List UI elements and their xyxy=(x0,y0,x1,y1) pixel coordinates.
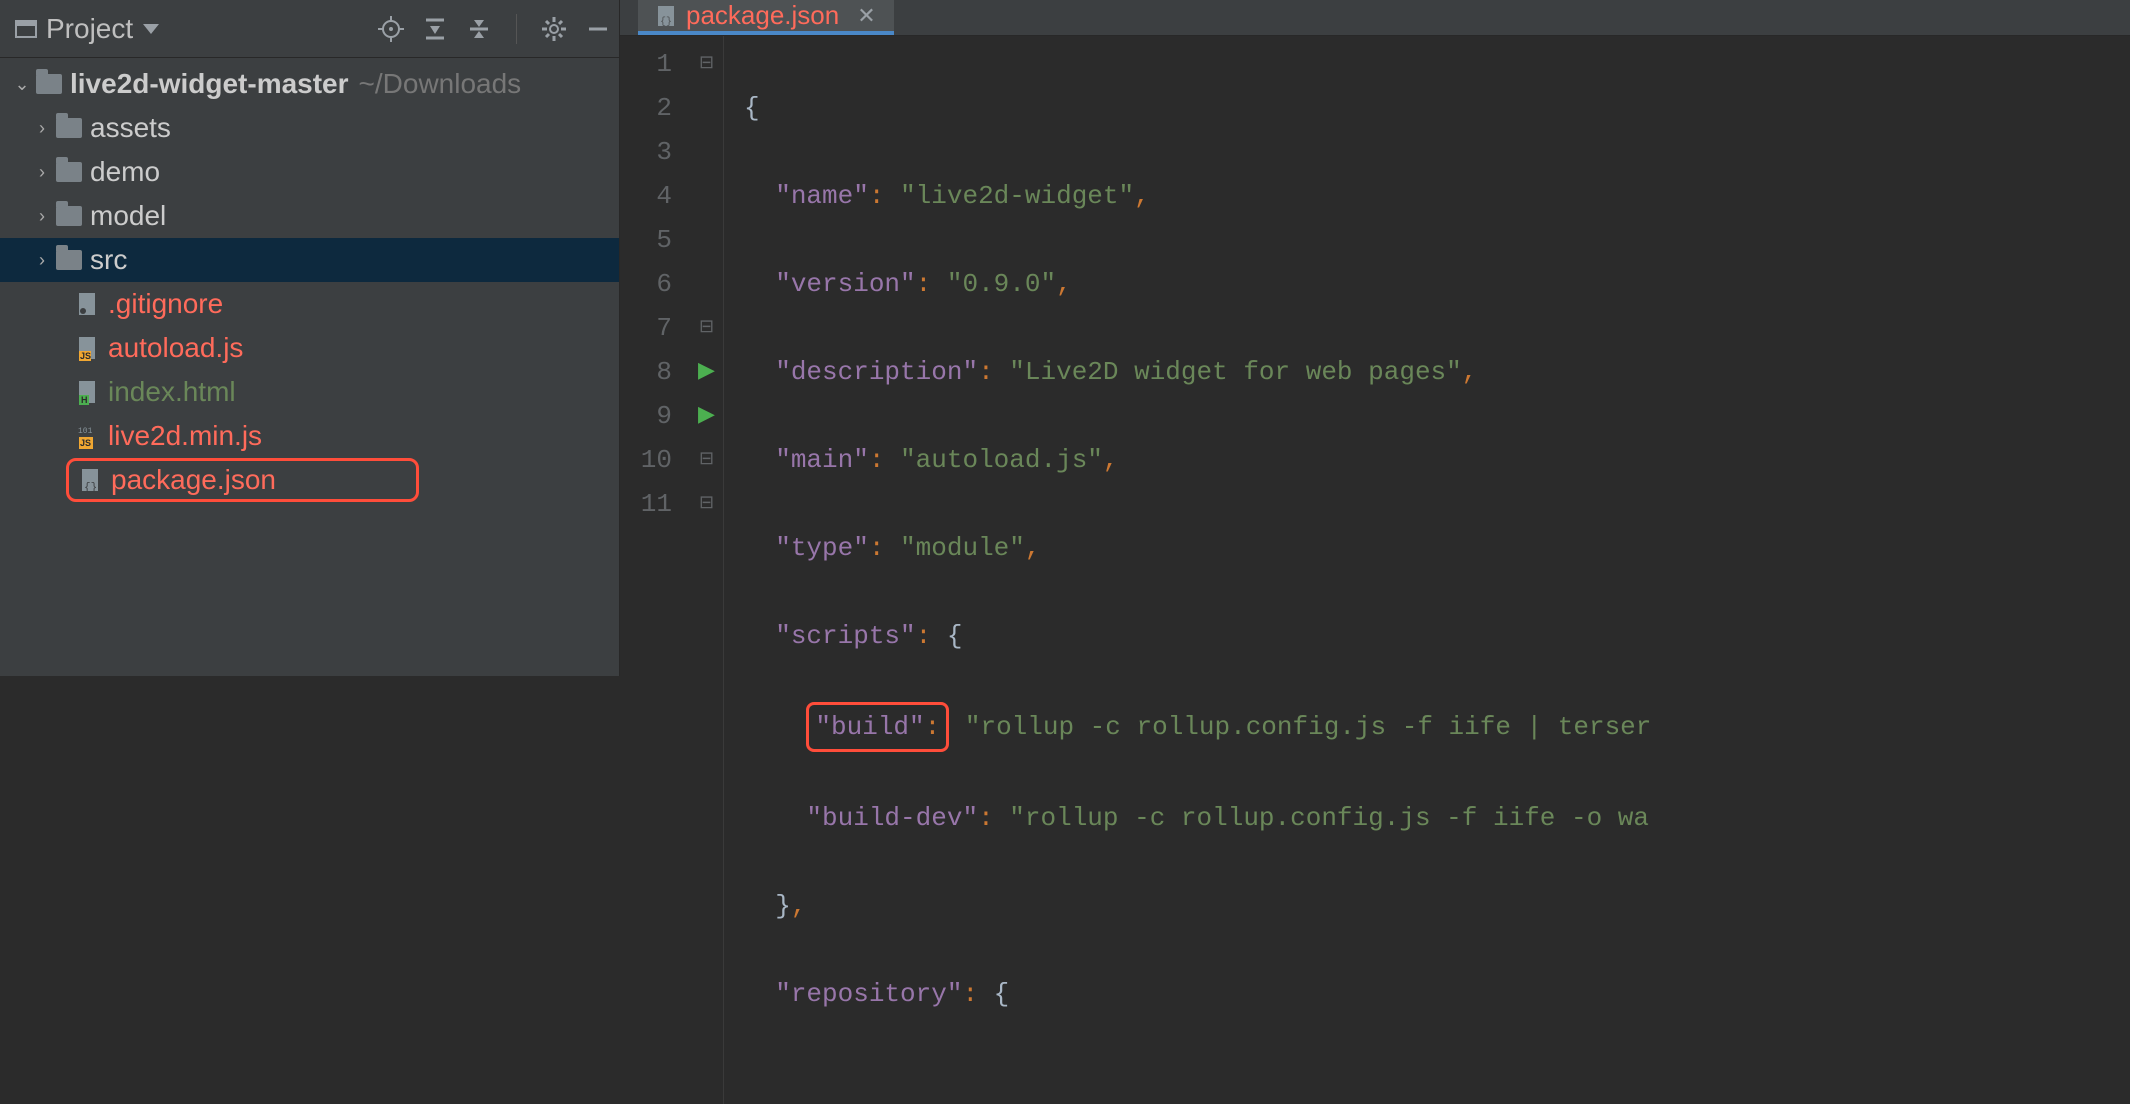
tree-root-hint: ~/Downloads xyxy=(359,62,522,106)
line-number-gutter: 123 456 789 1011 xyxy=(620,36,690,1104)
tree-folder-demo[interactable]: › demo xyxy=(0,150,619,194)
code-content[interactable]: { "name": "live2d-widget", "version": "0… xyxy=(724,36,2130,1104)
js-file-icon: JS xyxy=(72,335,102,361)
chevron-right-icon[interactable]: › xyxy=(30,106,54,150)
editor-tab-package[interactable]: {} package.json ✕ xyxy=(638,0,894,35)
folder-icon xyxy=(54,206,84,226)
tree-file-package-highlighted[interactable]: {} package.json xyxy=(66,458,419,502)
editor-body[interactable]: 123 456 789 1011 ⊟ ⊟ ▶ ▶ ⊟ ⊟ { "name": "… xyxy=(620,36,2130,1104)
svg-text:{}: {} xyxy=(660,16,672,28)
gear-icon[interactable] xyxy=(541,16,567,42)
close-icon[interactable]: ✕ xyxy=(857,3,875,29)
tree-file-index[interactable]: H index.html xyxy=(0,370,619,414)
build-script-highlighted: "build": xyxy=(806,702,949,752)
tree-folder-src[interactable]: › src xyxy=(0,238,619,282)
fold-gutter[interactable]: ⊟ ⊟ ▶ ▶ ⊟ ⊟ xyxy=(690,36,724,1104)
chevron-right-icon[interactable]: › xyxy=(30,194,54,238)
json-file-icon: {} xyxy=(75,467,105,493)
file-icon xyxy=(72,291,102,317)
project-panel-header: Project xyxy=(0,0,619,58)
svg-text:H: H xyxy=(81,395,88,405)
folder-icon xyxy=(54,162,84,182)
run-gutter-icon[interactable]: ▶ xyxy=(690,394,723,438)
html-file-icon: H xyxy=(72,379,102,405)
chevron-right-icon[interactable]: › xyxy=(30,150,54,194)
tree-root[interactable]: ⌄ live2d-widget-master ~/Downloads xyxy=(0,62,619,106)
editor-area: {} package.json ✕ 123 456 789 1011 ⊟ ⊟ ▶… xyxy=(620,0,2130,676)
tree-file-autoload[interactable]: JS autoload.js xyxy=(0,326,619,370)
fold-open-icon[interactable]: ⊟ xyxy=(690,306,723,350)
fold-open-icon[interactable]: ⊟ xyxy=(690,482,723,526)
chevron-right-icon[interactable]: › xyxy=(30,238,54,282)
json-file-icon: {} xyxy=(656,4,676,28)
svg-text:JS: JS xyxy=(80,351,91,361)
project-panel-title[interactable]: Project xyxy=(46,13,159,45)
run-gutter-icon[interactable]: ▶ xyxy=(690,350,723,394)
project-tree[interactable]: ⌄ live2d-widget-master ~/Downloads › ass… xyxy=(0,58,619,676)
folder-icon xyxy=(54,118,84,138)
svg-text:101: 101 xyxy=(78,427,93,436)
tree-folder-assets[interactable]: › assets xyxy=(0,106,619,150)
fold-close-icon[interactable]: ⊟ xyxy=(690,438,723,482)
panel-icon xyxy=(14,17,38,41)
fold-open-icon[interactable]: ⊟ xyxy=(690,42,723,86)
minjs-file-icon: 101 JS xyxy=(72,423,102,449)
editor-tabbar: {} package.json ✕ xyxy=(620,0,2130,36)
folder-icon xyxy=(34,74,64,94)
tree-folder-model[interactable]: › model xyxy=(0,194,619,238)
collapse-all-icon[interactable] xyxy=(466,16,492,42)
svg-text:{}: {} xyxy=(84,482,97,493)
locate-icon[interactable] xyxy=(378,16,404,42)
folder-icon xyxy=(54,250,84,270)
chevron-down-icon[interactable]: ⌄ xyxy=(10,62,34,106)
expand-all-icon[interactable] xyxy=(422,16,448,42)
tree-file-live2dmin[interactable]: 101JS live2d.min.js xyxy=(0,414,619,458)
hide-panel-icon[interactable] xyxy=(585,16,611,42)
tree-root-label: live2d-widget-master xyxy=(70,62,349,106)
editor-tab-label: package.json xyxy=(686,0,839,31)
project-panel: Project ⌄ xyxy=(0,0,620,676)
tree-file-gitignore[interactable]: .gitignore xyxy=(0,282,619,326)
dropdown-icon[interactable] xyxy=(143,24,159,34)
svg-text:JS: JS xyxy=(80,438,91,448)
